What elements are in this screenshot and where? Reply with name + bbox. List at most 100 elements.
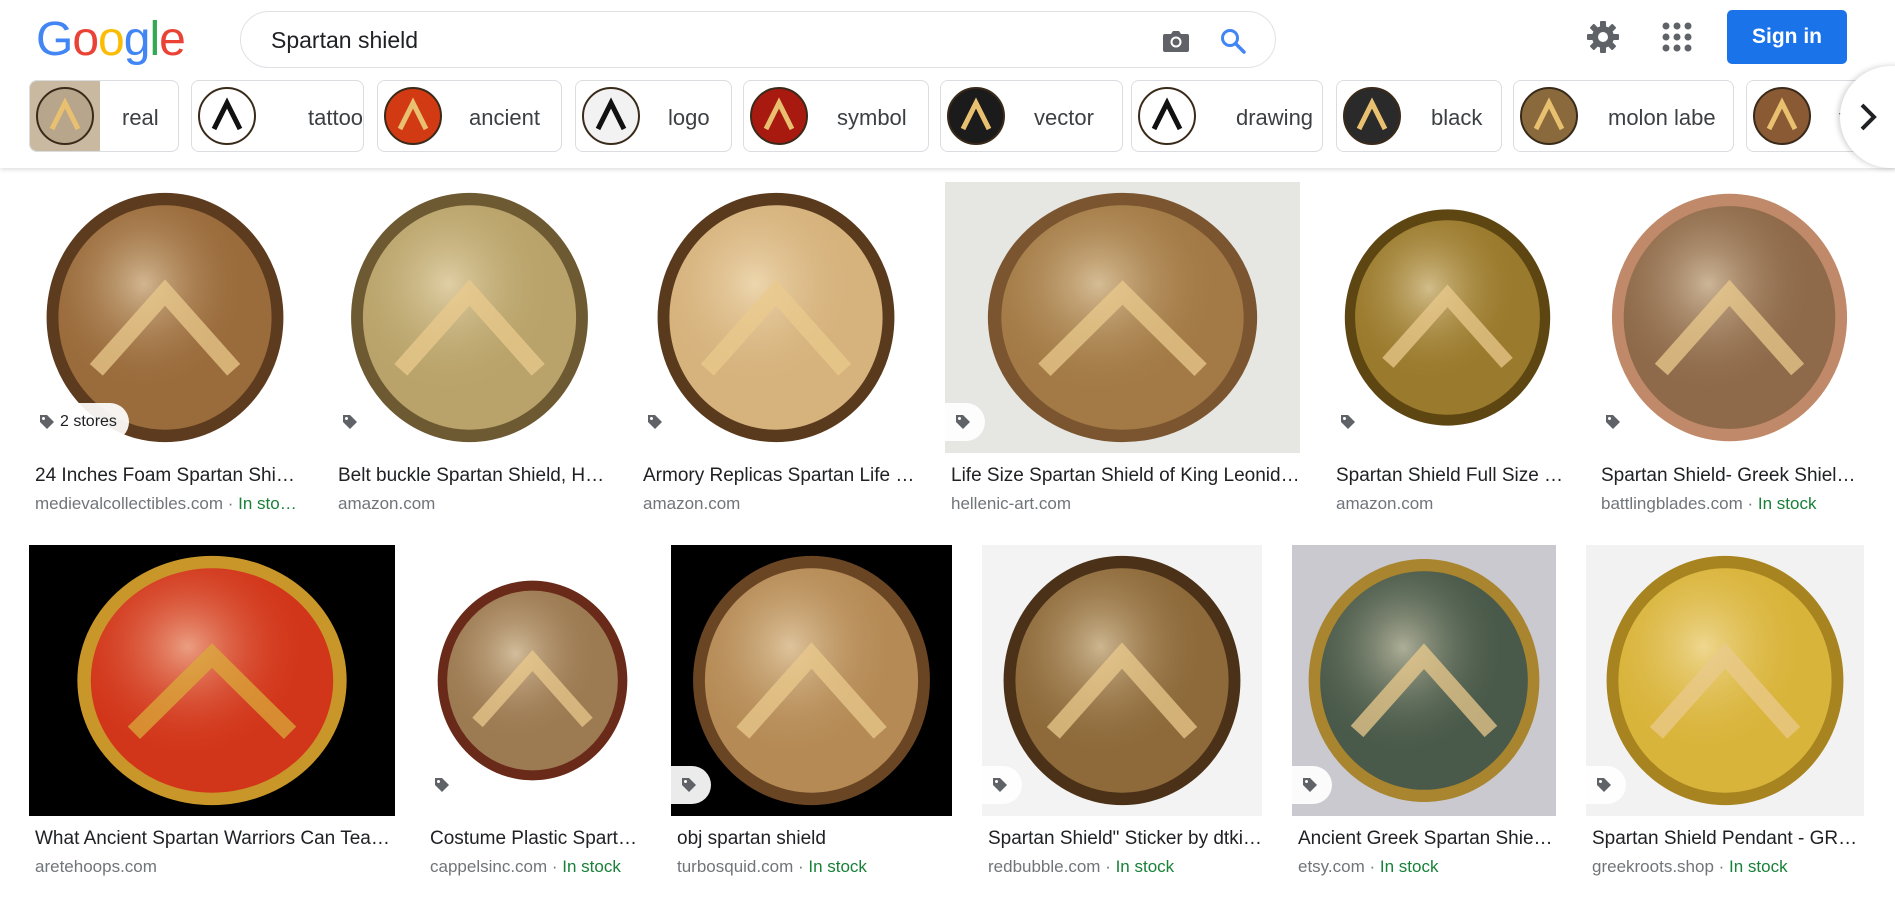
image-result[interactable]: Spartan Shield Pendant - GRE… greekroots.… (1586, 545, 1864, 896)
camera-icon[interactable] (1162, 28, 1190, 54)
image-result[interactable]: Spartan Shield Full Size … amazon.com (1330, 182, 1565, 533)
source-domain: amazon.com (338, 494, 436, 513)
source-domain: cappelsinc.com (430, 857, 548, 876)
header: Google Spartan shield Sign in real tatto… (0, 0, 1895, 168)
image-result[interactable]: 2 stores 24 Inches Foam Spartan Shield med… (29, 182, 301, 533)
price-tag-icon (40, 415, 54, 429)
chip-thumbnail-icon (576, 81, 646, 151)
result-source: battlingblades.com · In stock (1601, 494, 1864, 514)
search-input[interactable] (271, 26, 1071, 54)
chip-thumbnail-icon (1132, 81, 1202, 151)
shopping-tag (945, 403, 985, 441)
chip-label: molon labe (1608, 105, 1716, 130)
result-title[interactable]: Costume Plastic Spart… (430, 828, 641, 850)
related-chip[interactable]: molon labe (1513, 80, 1734, 152)
result-title[interactable]: Spartan Shield- Greek Shield- … (1601, 465, 1864, 487)
logo-letter: o (98, 13, 125, 66)
stock-status: In stock (1729, 857, 1788, 876)
related-chip[interactable]: symbol (743, 80, 929, 152)
stock-status: In stock (1757, 494, 1817, 513)
sign-in-button[interactable]: Sign in (1727, 10, 1847, 64)
result-thumbnail[interactable] (1586, 545, 1864, 816)
stock-status: In stock (1379, 857, 1439, 876)
related-chip[interactable]: drawing (1131, 80, 1323, 152)
related-chip[interactable]: logo (575, 80, 732, 152)
stock-status: In stock (808, 857, 867, 876)
image-result[interactable]: Belt buckle Spartan Shield, Ha… amazon.co… (332, 182, 607, 533)
chip-label: symbol (837, 105, 907, 130)
result-thumbnail[interactable] (671, 545, 952, 816)
image-result[interactable]: Life Size Spartan Shield of King Leonida… (945, 182, 1300, 533)
image-result[interactable]: Spartan Shield- Greek Shield- … battlingb… (1595, 182, 1864, 533)
shopping-tag (1292, 766, 1332, 804)
shopping-tag (424, 766, 464, 804)
logo-letter: G (36, 13, 73, 66)
result-thumbnail[interactable] (1595, 182, 1864, 453)
result-title[interactable]: Spartan Shield Pendant - GRE… (1592, 828, 1864, 850)
source-domain: battlingblades.com (1601, 494, 1743, 513)
related-chip[interactable]: tattoo (191, 80, 364, 152)
result-title[interactable]: Spartan Shield Full Size … (1336, 465, 1565, 487)
result-source: amazon.com (643, 494, 915, 514)
result-title[interactable]: Armory Replicas Spartan Life … (643, 465, 915, 487)
result-title[interactable]: 24 Inches Foam Spartan Shield (35, 465, 301, 487)
shopping-tag: 2 stores (29, 403, 129, 441)
result-thumbnail[interactable] (637, 182, 915, 453)
shopping-tag (332, 403, 372, 441)
result-title[interactable]: Spartan Shield" Sticker by dtki… (988, 828, 1262, 850)
chip-label: tattoo (308, 105, 364, 130)
related-chip[interactable]: black (1336, 80, 1502, 152)
related-chip[interactable]: vector (940, 80, 1123, 152)
chip-thumbnail-icon (30, 81, 100, 151)
image-result[interactable]: Spartan Shield" Sticker by dtki… redbubbl… (982, 545, 1262, 896)
image-result[interactable]: obj spartan shield turbosquid.com · In st… (671, 545, 952, 896)
separator: · (1364, 857, 1380, 876)
separator: · (1713, 857, 1730, 876)
separator: · (1100, 857, 1116, 876)
chip-thumbnail-icon (1514, 81, 1584, 151)
result-source: amazon.com (338, 494, 607, 514)
settings-gear-icon[interactable] (1586, 20, 1620, 54)
image-result[interactable]: Armory Replicas Spartan Life … amazon.com (637, 182, 915, 533)
result-thumbnail[interactable] (332, 182, 607, 453)
result-title[interactable]: Belt buckle Spartan Shield, Ha… (338, 465, 607, 487)
chip-label: ancient (469, 105, 540, 130)
shopping-tag (637, 403, 677, 441)
result-source: etsy.com · In stock (1298, 857, 1556, 877)
related-chip[interactable]: ancient (377, 80, 562, 152)
source-domain: amazon.com (643, 494, 741, 513)
result-title[interactable]: Ancient Greek Spartan Shiel… (1298, 828, 1556, 850)
result-title[interactable]: What Ancient Spartan Warriors Can Teac… (35, 828, 395, 850)
price-tag-icon (682, 778, 696, 792)
chip-label: vector (1034, 105, 1094, 130)
separator: · (547, 857, 563, 876)
shopping-tag (1330, 403, 1370, 441)
chip-label: drawing (1236, 105, 1314, 130)
source-domain: amazon.com (1336, 494, 1434, 513)
chip-thumbnail-icon (1747, 81, 1817, 151)
result-source: turbosquid.com · In stock (677, 857, 952, 877)
related-chip[interactable]: real (29, 80, 179, 152)
image-result[interactable]: What Ancient Spartan Warriors Can Teac… a… (29, 545, 395, 896)
result-title[interactable]: Life Size Spartan Shield of King Leonida… (951, 465, 1300, 487)
chip-thumbnail-icon (1337, 81, 1407, 151)
result-thumbnail[interactable] (945, 182, 1300, 453)
image-result[interactable]: Ancient Greek Spartan Shiel… etsy.com · I… (1292, 545, 1556, 896)
apps-grid-icon[interactable] (1661, 21, 1693, 53)
price-tag-icon (993, 778, 1007, 792)
google-logo[interactable]: Google (36, 13, 186, 66)
stock-status: In stock (1115, 857, 1175, 876)
chip-label: logo (668, 105, 710, 130)
result-thumbnail[interactable] (29, 545, 395, 816)
logo-letter: o (72, 13, 99, 66)
shopping-tag (982, 766, 1022, 804)
separator: · (1742, 494, 1758, 513)
price-tag-icon (435, 778, 449, 792)
search-icon[interactable] (1219, 27, 1247, 55)
price-tag-icon (1341, 415, 1355, 429)
result-title[interactable]: obj spartan shield (677, 828, 952, 850)
logo-letter: g (123, 13, 151, 66)
result-thumbnail[interactable] (1292, 545, 1556, 816)
result-thumbnail[interactable] (982, 545, 1262, 816)
image-result[interactable]: Costume Plastic Spart… cappelsinc.com · I… (424, 545, 641, 896)
